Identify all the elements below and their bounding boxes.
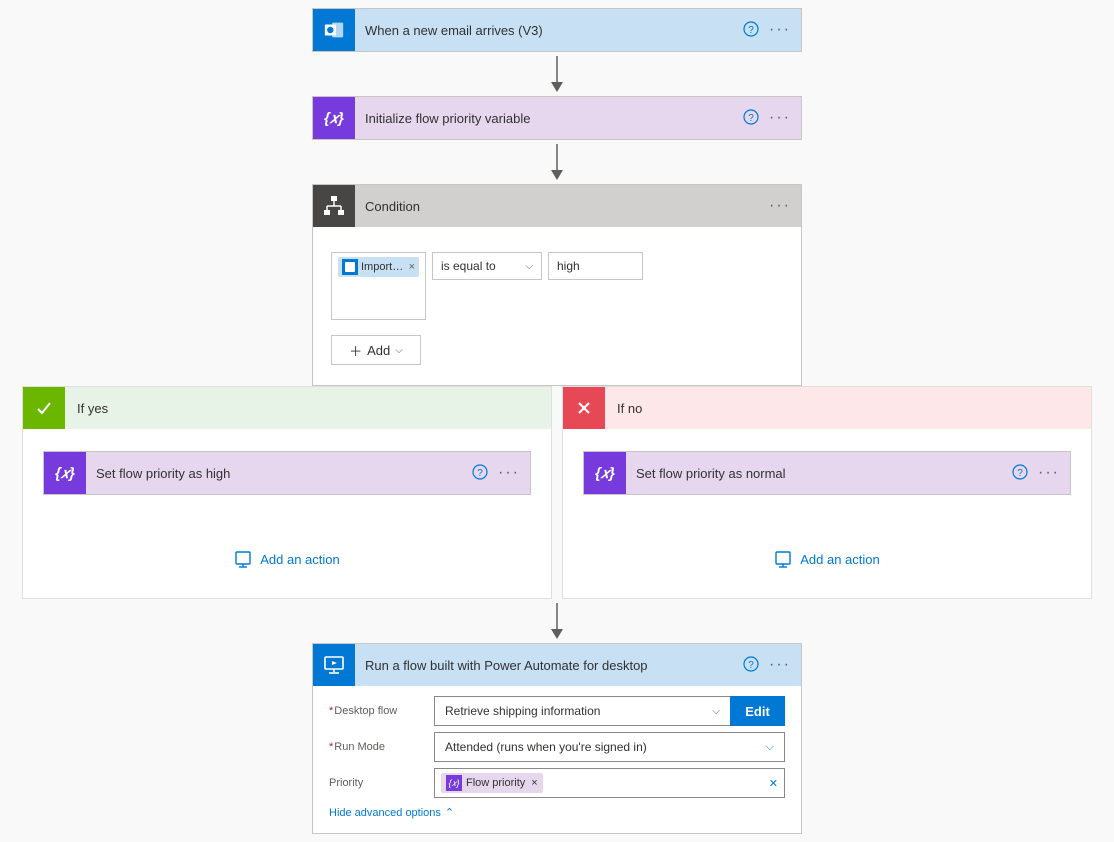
menu-icon[interactable]: ···: [498, 464, 520, 482]
svg-text:?: ?: [748, 113, 754, 124]
condition-card: Condition ··· Importa... × is equal to ⌵: [312, 184, 802, 386]
set-priority-normal-card[interactable]: {𝑥} Set flow priority as normal ? ···: [583, 451, 1071, 495]
condition-title: Condition: [355, 199, 769, 214]
desktop-flow-label: *Desktop flow: [329, 705, 434, 717]
plus-icon: ＋: [349, 341, 362, 360]
menu-icon[interactable]: ···: [769, 656, 791, 674]
add-action-icon: [234, 550, 252, 568]
condition-value-input[interactable]: high: [548, 252, 643, 280]
if-no-label: If no: [605, 401, 642, 416]
trigger-card[interactable]: When a new email arrives (V3) ? ···: [312, 8, 802, 52]
flow-priority-token[interactable]: {𝑥} Flow priority ×: [441, 773, 543, 793]
help-icon[interactable]: ?: [472, 464, 488, 483]
edit-button[interactable]: Edit: [730, 696, 785, 726]
variable-icon: {𝑥}: [313, 97, 355, 139]
remove-token-icon[interactable]: ×: [409, 261, 415, 273]
hide-advanced-toggle[interactable]: Hide advanced options ⌃: [329, 806, 785, 819]
clear-icon[interactable]: ✕: [769, 777, 778, 790]
add-action-button[interactable]: Add an action: [43, 495, 531, 568]
desktop-icon: [313, 644, 355, 686]
set-priority-high-card[interactable]: {𝑥} Set flow priority as high ? ···: [43, 451, 531, 495]
menu-icon[interactable]: ···: [769, 21, 791, 39]
action-title: Set flow priority as normal: [626, 466, 1012, 481]
priority-input[interactable]: {𝑥} Flow priority × ✕: [434, 768, 785, 798]
init-var-title: Initialize flow priority variable: [355, 111, 743, 126]
init-var-card[interactable]: {𝑥} Initialize flow priority variable ? …: [312, 96, 802, 140]
arrow-connector: [549, 599, 565, 643]
outlook-token-icon: [342, 259, 358, 275]
arrow-connector: [549, 140, 565, 184]
help-icon[interactable]: ?: [1012, 464, 1028, 483]
desktop-flow-select[interactable]: Retrieve shipping information ⌵: [434, 696, 731, 726]
svg-text:?: ?: [477, 468, 483, 479]
chevron-up-icon: ⌃: [445, 806, 454, 819]
trigger-title: When a new email arrives (V3): [355, 23, 743, 38]
importance-token[interactable]: Importa... ×: [338, 257, 419, 277]
priority-label: Priority: [329, 777, 434, 789]
condition-header[interactable]: Condition ···: [313, 185, 801, 227]
menu-icon[interactable]: ···: [769, 197, 791, 215]
chevron-down-icon: ⌵: [525, 261, 533, 272]
run-mode-label: *Run Mode: [329, 741, 434, 753]
chevron-down-icon: ⌵: [395, 345, 403, 356]
run-mode-select[interactable]: Attended (runs when you're signed in) ⌵: [434, 732, 785, 762]
if-no-branch: If no {𝑥} Set flow priority as normal ? …: [562, 386, 1092, 599]
if-yes-branch: If yes {𝑥} Set flow priority as high ? ·…: [22, 386, 552, 599]
condition-operator-select[interactable]: is equal to ⌵: [432, 252, 542, 280]
add-condition-button[interactable]: ＋ Add ⌵: [331, 335, 421, 365]
remove-token-icon[interactable]: ×: [531, 777, 537, 789]
help-icon[interactable]: ?: [743, 656, 759, 675]
svg-text:?: ?: [1017, 468, 1023, 479]
variable-icon: {𝑥}: [584, 452, 626, 494]
condition-icon: [313, 185, 355, 227]
if-yes-label: If yes: [65, 401, 108, 416]
outlook-icon: [313, 9, 355, 51]
menu-icon[interactable]: ···: [769, 109, 791, 127]
help-icon[interactable]: ?: [743, 21, 759, 40]
add-action-icon: [774, 550, 792, 568]
chevron-down-icon: ⌵: [712, 706, 720, 717]
desktop-title: Run a flow built with Power Automate for…: [355, 658, 743, 673]
menu-icon[interactable]: ···: [1038, 464, 1060, 482]
svg-text:?: ?: [748, 25, 754, 36]
variable-token-icon: {𝑥}: [446, 775, 462, 791]
help-icon[interactable]: ?: [743, 109, 759, 128]
svg-text:?: ?: [748, 660, 754, 671]
desktop-flow-card: Run a flow built with Power Automate for…: [312, 643, 802, 834]
desktop-flow-header[interactable]: Run a flow built with Power Automate for…: [313, 644, 801, 686]
variable-icon: {𝑥}: [44, 452, 86, 494]
chevron-down-icon: ⌵: [766, 741, 774, 754]
condition-left-operand[interactable]: Importa... ×: [331, 252, 426, 320]
checkmark-icon: [23, 387, 65, 429]
close-icon: [563, 387, 605, 429]
action-title: Set flow priority as high: [86, 466, 472, 481]
add-action-button[interactable]: Add an action: [583, 495, 1071, 568]
arrow-connector: [549, 52, 565, 96]
